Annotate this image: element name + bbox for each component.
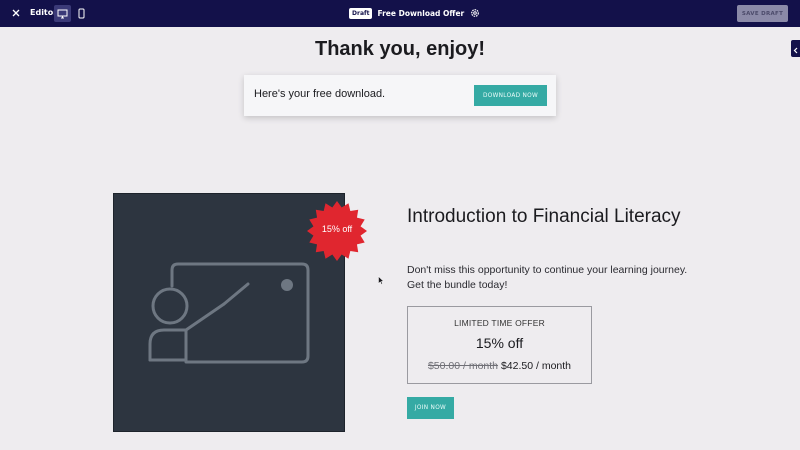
offer-percent: 15% off xyxy=(475,335,524,351)
mobile-icon[interactable] xyxy=(74,5,88,22)
page-title: Free Download Offer xyxy=(377,8,465,18)
page-headline: Thank you, enjoy! xyxy=(314,38,486,60)
join-now-button[interactable]: JOIN NOW xyxy=(407,397,454,419)
save-draft-button[interactable]: SAVE DRAFT xyxy=(737,5,788,22)
new-price: $42.50 / month xyxy=(500,360,572,372)
old-price: $50.00 / month xyxy=(427,360,499,372)
mouse-cursor-icon xyxy=(378,276,384,285)
download-now-button[interactable]: DOWNLOAD NOW xyxy=(474,85,547,106)
offer-label: LIMITED TIME OFFER xyxy=(454,318,545,328)
offer-prices: $50.00 / month $42.50 / month xyxy=(408,360,591,372)
discount-badge: 15% off xyxy=(321,224,353,234)
desktop-icon[interactable] xyxy=(54,5,71,22)
editor-topbar: Editor Draft Free Download Offer SAVE DR… xyxy=(0,0,800,27)
page-title-group: Draft Free Download Offer xyxy=(349,7,481,19)
close-icon[interactable] xyxy=(9,6,23,20)
product-title: Introduction to Financial Literacy xyxy=(407,206,681,227)
gear-icon[interactable] xyxy=(469,7,481,19)
draft-badge: Draft xyxy=(349,7,373,19)
product-description: Don't miss this opportunity to continue … xyxy=(407,264,688,291)
download-card: Here's your free download. DOWNLOAD NOW xyxy=(244,75,556,116)
offer-box: LIMITED TIME OFFER 15% off $50.00 / mont… xyxy=(407,306,592,384)
download-text: Here's your free download. xyxy=(254,88,386,100)
